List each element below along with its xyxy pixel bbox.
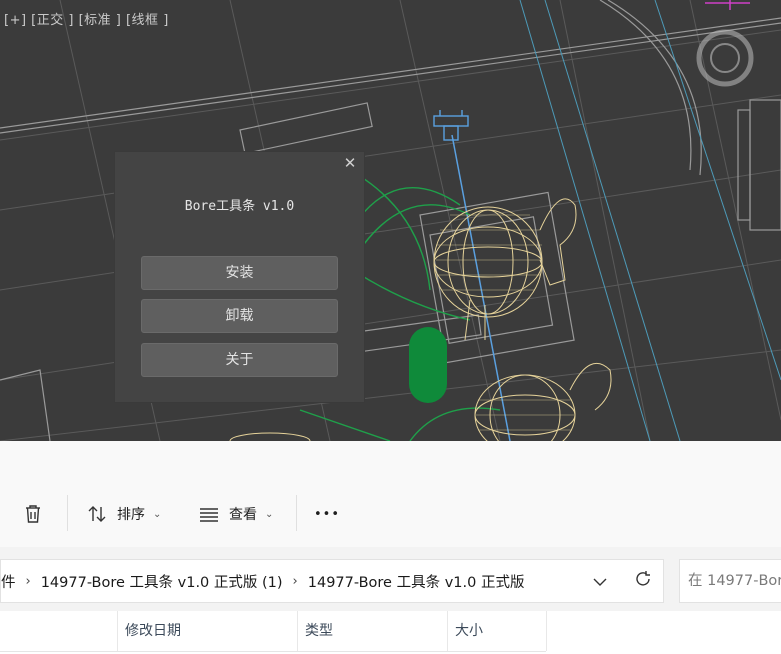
header-underline (0, 651, 546, 652)
delete-button[interactable] (22, 494, 44, 534)
column-header-modified[interactable]: 修改日期 (117, 611, 181, 651)
toolbar-divider (296, 495, 297, 531)
uninstall-button[interactable]: 卸载 (141, 299, 338, 333)
column-header-type[interactable]: 类型 (297, 611, 333, 651)
breadcrumb-item[interactable]: 14977-Bore 工具条 v1.0 正式版 (1) (41, 571, 283, 592)
close-icon[interactable]: ✕ (342, 155, 358, 171)
chevron-down-icon: ⌄ (153, 508, 162, 520)
dialog-title: Bore工具条 v1.0 (184, 199, 295, 214)
address-row: 件 › 14977-Bore 工具条 v1.0 正式版 (1) › 14977-… (0, 547, 781, 611)
file-explorer: 排序 ⌄ 查看 ⌄ ••• 件 › 14977-Bore 工具条 v1.0 正式… (0, 441, 781, 654)
sort-label: 排序 (117, 507, 145, 523)
view-button[interactable]: 查看 ⌄ (198, 494, 273, 534)
refresh-icon (634, 570, 652, 592)
breadcrumb-item[interactable]: 件 (1, 571, 16, 592)
view-list-icon (198, 503, 220, 525)
refresh-button[interactable] (628, 559, 658, 603)
chevron-down-icon: ⌄ (265, 508, 274, 520)
viewport-label[interactable]: [+] [正交 ] [标准 ] [线框 ] (4, 9, 169, 28)
column-headers: 修改日期 类型 大小 (0, 611, 781, 654)
breadcrumb-item[interactable]: 14977-Bore 工具条 v1.0 正式版 (308, 571, 525, 592)
more-options-button[interactable]: ••• (314, 494, 340, 534)
search-input[interactable]: 在 14977-Bore (679, 559, 781, 603)
sort-icon (86, 503, 108, 525)
bore-toolbar-dialog: ✕ Bore工具条 v1.0 安装 卸载 关于 (115, 152, 364, 402)
column-divider (546, 611, 547, 651)
trash-icon (22, 503, 44, 525)
address-history-button[interactable] (585, 559, 615, 603)
install-button[interactable]: 安装 (141, 256, 338, 290)
address-bar[interactable]: 件 › 14977-Bore 工具条 v1.0 正式版 (1) › 14977-… (0, 559, 664, 603)
command-bar: 排序 ⌄ 查看 ⌄ ••• (0, 441, 781, 546)
chevron-right-icon: › (292, 573, 298, 589)
view-label: 查看 (229, 507, 257, 523)
about-button[interactable]: 关于 (141, 343, 338, 377)
toolbar-divider (67, 495, 68, 531)
chevron-right-icon: › (25, 573, 31, 589)
column-header-size[interactable]: 大小 (447, 611, 483, 651)
sort-button[interactable]: 排序 ⌄ (86, 494, 161, 534)
chevron-down-icon (593, 572, 607, 591)
3d-viewport[interactable]: [+] [正交 ] [标准 ] [线框 ] ✕ Bore工具条 v1.0 安装 … (0, 0, 781, 441)
